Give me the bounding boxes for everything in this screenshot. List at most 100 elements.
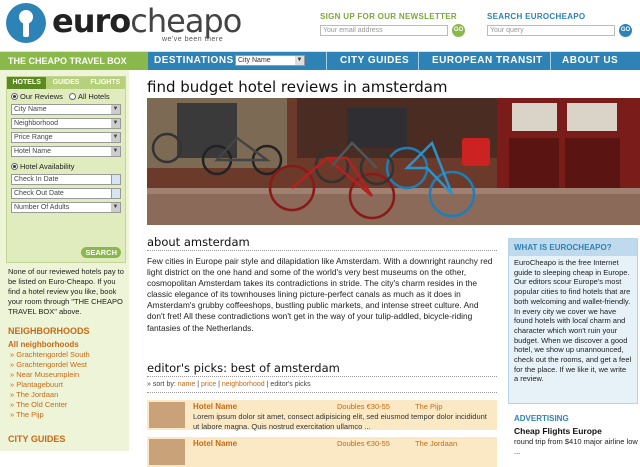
check-out-input[interactable]: Check Out Date <box>11 188 121 199</box>
sort-neighborhood-link[interactable]: neighborhood <box>222 381 265 388</box>
tab-guides[interactable]: GUIDES <box>46 77 86 89</box>
newsletter-label: SIGN UP FOR OUR NEWSLETTER <box>320 12 457 21</box>
tab-hotels[interactable]: HOTELS <box>7 77 47 89</box>
nav-european-transit[interactable]: EUROPEAN TRANSIT <box>432 52 543 70</box>
check-out-value: Check Out Date <box>14 190 64 197</box>
neighborhood-link[interactable]: Grachtengordel West <box>10 360 126 370</box>
ad-title-link[interactable]: Cheap Flights Europe <box>514 426 602 436</box>
adults-value: Number Of Adults <box>14 204 70 211</box>
tab-flights[interactable]: FLIGHTS <box>85 77 125 89</box>
chevron-down-icon: ▼ <box>111 203 120 212</box>
sort-name-link[interactable]: name <box>178 381 196 388</box>
travel-box-search-button[interactable]: SEARCH <box>81 247 121 258</box>
sort-editors-picks: editor's picks <box>270 381 311 388</box>
hotel-neighborhood: The Pijp <box>415 402 443 411</box>
newsletter-email-input[interactable]: Your email address <box>320 25 448 36</box>
city-name-select[interactable]: City Name ▼ <box>11 104 121 115</box>
nav-divider <box>550 52 551 70</box>
sidebar-note: None of our reviewed hotels pay to be li… <box>8 267 124 316</box>
hotel-name-select[interactable]: Hotel Name ▼ <box>11 146 121 157</box>
chevron-down-icon: ▼ <box>111 105 120 114</box>
neighborhood-link[interactable]: Near Museumplein <box>10 370 126 380</box>
nav-divider <box>418 52 419 70</box>
all-hotels-label: All Hotels <box>77 92 110 101</box>
hotel-availability-label: Hotel Availability <box>20 162 75 171</box>
what-is-eurocheapo-text: EuroCheapo is the free Internet guide to… <box>514 258 632 384</box>
hotel-row[interactable]: Hotel Name Doubles €30-55 The Pijp Lorem… <box>147 400 497 431</box>
chevron-down-icon: ▼ <box>111 119 120 128</box>
page-title: find budget hotel reviews in amsterdam <box>147 78 448 96</box>
neighborhood-value: Neighborhood <box>14 120 58 127</box>
price-range-select[interactable]: Price Range ▼ <box>11 132 121 143</box>
neighborhood-link[interactable]: The Jordaan <box>10 390 126 400</box>
check-in-input[interactable]: Check In Date <box>11 174 121 185</box>
neighborhood-link[interactable]: The Old Center <box>10 400 126 410</box>
neighborhoods-heading: NEIGHBORHOODS <box>8 326 90 336</box>
sort-price-link[interactable]: price <box>201 381 216 388</box>
what-is-eurocheapo-box: WHAT IS EUROCHEAPO? EuroCheapo is the fr… <box>508 238 638 404</box>
destination-select-value: City Name <box>238 57 271 64</box>
keyhole-logo-icon <box>6 3 46 43</box>
newsletter-signup: SIGN UP FOR OUR NEWSLETTER Your email ad… <box>320 12 470 37</box>
hotel-price: Doubles €30-55 <box>337 439 390 448</box>
check-in-value: Check In Date <box>14 176 59 183</box>
hotel-price: Doubles €30-55 <box>337 402 390 411</box>
hotel-name[interactable]: Hotel Name <box>193 439 237 448</box>
all-hotels-radio[interactable] <box>68 93 76 100</box>
our-reviews-radio[interactable] <box>11 93 18 100</box>
right-sidebar: WHAT IS EUROCHEAPO? EuroCheapo is the fr… <box>508 238 640 456</box>
amsterdam-bicycles-photo <box>147 98 640 225</box>
city-name-value: City Name <box>14 106 47 113</box>
nav-destinations[interactable]: DESTINATIONS <box>154 52 234 70</box>
neighborhood-link[interactable]: Plantagebuurt <box>10 380 126 390</box>
hotel-availability-radio[interactable] <box>11 163 18 170</box>
editors-picks-heading: editor's picks: best of amsterdam <box>147 361 340 375</box>
about-text: Few cities in Europe pair style and dila… <box>147 256 493 333</box>
about-heading: about amsterdam <box>147 235 250 249</box>
sort-by-label: » sort by: <box>147 381 178 388</box>
logo-wordmark: eurocheapo <box>52 2 242 40</box>
city-guides-heading: CITY GUIDES <box>8 434 66 444</box>
calendar-icon[interactable] <box>111 175 120 184</box>
hotel-neighborhood: The Jordaan <box>415 439 458 448</box>
nav-about-us[interactable]: ABOUT US <box>562 52 618 70</box>
main-content: find budget hotel reviews in amsterdam a… <box>147 70 640 467</box>
sort-by-bar: » sort by: name | price | neighborhood |… <box>147 381 311 388</box>
advertising-heading: ADVERTISING <box>514 414 569 423</box>
ad-text: round trip from $410 major airline low .… <box>514 437 638 456</box>
hotel-thumbnail[interactable] <box>149 439 185 465</box>
chevron-down-icon: ▼ <box>111 147 120 156</box>
hotel-name[interactable]: Hotel Name <box>193 402 237 411</box>
site-search-go-button[interactable]: GO <box>619 24 632 37</box>
neighborhood-select[interactable]: Neighborhood ▼ <box>11 118 121 129</box>
travel-box-tab[interactable]: THE CHEAPO TRAVEL BOX <box>0 52 148 70</box>
divider <box>147 392 497 393</box>
divider <box>147 376 497 377</box>
price-range-value: Price Range <box>14 134 53 141</box>
neighborhood-list: Grachtengordel South Grachtengordel West… <box>10 350 126 420</box>
travel-box: HOTELS GUIDES FLIGHTS Our Reviews All Ho… <box>6 76 126 263</box>
chevron-down-icon: ▼ <box>111 133 120 142</box>
destination-select[interactable]: City Name ▼ <box>235 55 305 66</box>
logo-tagline: we've been there <box>162 36 224 43</box>
neighborhood-link[interactable]: Grachtengordel South <box>10 350 126 360</box>
site-search-input[interactable]: Your query <box>487 25 615 36</box>
site-search-label: SEARCH EUROCHEAPO <box>487 12 586 21</box>
hotel-thumbnail[interactable] <box>149 402 185 428</box>
nav-divider <box>326 52 327 70</box>
newsletter-go-button[interactable]: GO <box>452 24 465 37</box>
calendar-icon[interactable] <box>111 189 120 198</box>
what-is-eurocheapo-title: WHAT IS EUROCHEAPO? <box>509 239 637 256</box>
site-header: eurocheapo we've been there SIGN UP FOR … <box>0 0 640 52</box>
hotel-description: Lorem ipsum dolor sit amet, consect adip… <box>193 412 487 431</box>
nav-city-guides[interactable]: CITY GUIDES <box>340 52 409 70</box>
chevron-down-icon: ▼ <box>295 56 304 65</box>
neighborhood-link[interactable]: The Pijp <box>10 410 126 420</box>
logo[interactable]: eurocheapo we've been there <box>4 2 304 48</box>
adults-select[interactable]: Number Of Adults ▼ <box>11 202 121 213</box>
divider <box>147 250 497 251</box>
hotel-name-value: Hotel Name <box>14 148 51 155</box>
all-neighborhoods-link[interactable]: All neighborhoods <box>8 340 79 349</box>
our-reviews-label: Our Reviews <box>20 92 63 101</box>
hotel-row[interactable]: Hotel Name Doubles €30-55 The Jordaan <box>147 437 497 467</box>
